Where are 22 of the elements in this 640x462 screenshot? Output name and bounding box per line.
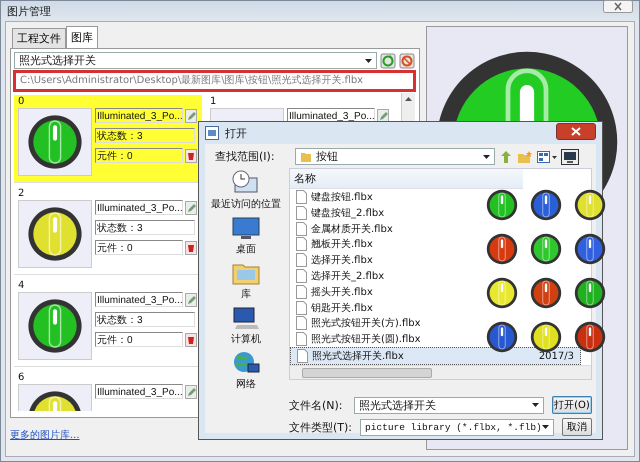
part-count-field: 元件：0 xyxy=(95,332,183,347)
item-index: 1 xyxy=(210,96,218,107)
state-count-field: 状态数：3 xyxy=(95,220,195,235)
item-index: 2 xyxy=(18,188,26,199)
look-in-label: 查找范围(I): xyxy=(215,149,276,164)
place-label: 计算机 xyxy=(231,332,261,346)
place-label: 最近访问的位置 xyxy=(211,198,281,211)
item-index: 4 xyxy=(18,280,26,291)
item-index: 0 xyxy=(18,96,26,107)
part-count-field: 元件：0 xyxy=(95,240,183,255)
state-count-field: 状态数：3 xyxy=(95,312,195,327)
item-index: 6 xyxy=(18,372,26,383)
part-count-field: 元件：0 xyxy=(95,148,183,163)
file-type-label: 文件类型(T): xyxy=(289,420,352,434)
file-date: 2017/3 xyxy=(538,350,575,362)
state-count-field: 状态数：3 xyxy=(95,128,195,143)
place-label: 桌面 xyxy=(236,242,256,256)
place-label: 网络 xyxy=(236,378,256,391)
window-title: 图片管理 xyxy=(7,4,51,19)
dialog-title: 打开 xyxy=(225,126,248,140)
place-label: 库 xyxy=(241,288,251,301)
file-name-label: 文件名(N): xyxy=(289,398,344,412)
